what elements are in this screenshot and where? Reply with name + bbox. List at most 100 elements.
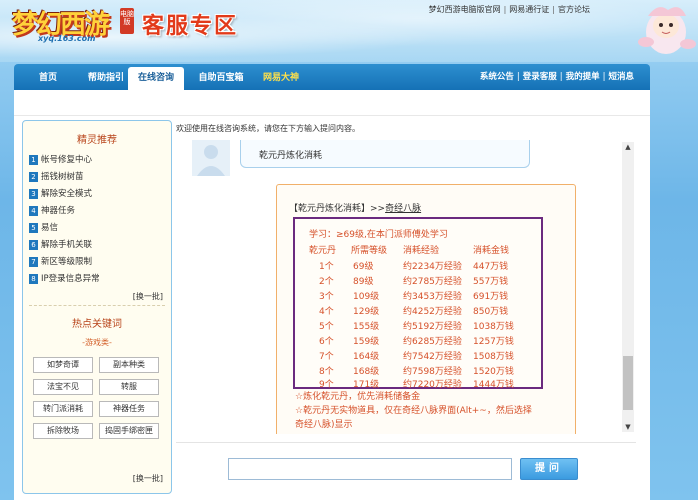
item-label: IP登录信息异常	[41, 274, 100, 284]
recommend-list: 1 帐号修复中心 2 摇钱树树苗 3 解除安全模式 4 神器任务 5 易信 6 解除手机关联…	[29, 153, 171, 289]
sidebar: 精灵推荐 1 帐号修复中心 2 摇钱树树苗 3 解除安全模式 4 神器任务 5 易信 6解…	[22, 120, 172, 494]
table-cell: 171级	[353, 380, 380, 390]
table-cell: 约5192万经验	[403, 322, 462, 332]
reply-title-text: 【乾元丹炼化消耗】>>	[289, 204, 386, 214]
official-site-link[interactable]: 梦幻西游电脑版官网	[429, 5, 501, 14]
list-item[interactable]: 8 IP登录信息异常	[29, 272, 171, 289]
table-cell: 447万钱	[473, 262, 509, 272]
table-cell: 7个	[319, 352, 334, 362]
mascot-illustration	[638, 7, 696, 54]
note-text: ☆炼化乾元丹，优先消耗储备金	[295, 392, 421, 402]
refresh-recommend-button[interactable]: [换一批]	[133, 291, 163, 302]
main-nav: 首页 帮助指引 在线咨询 自助百宝箱 网易大神 系统公告 | 登录客服 | 我的提单 | 短…	[14, 64, 650, 90]
table-cell: 69级	[353, 262, 374, 272]
reply-card: 【乾元丹炼化消耗】>>奇经八脉 学习：≥69级,在本门派师傅处学习 乾元丹 所需…	[276, 184, 576, 434]
sub-bar	[14, 90, 650, 116]
list-item[interactable]: 4 神器任务	[29, 204, 171, 221]
keywords-category: -游戏类-	[82, 338, 112, 347]
keyword-tag[interactable]: 副本种类	[99, 357, 159, 373]
list-item[interactable]: 1 帐号修复中心	[29, 153, 171, 170]
chat-scrollbar[interactable]: ▲ ▼	[622, 142, 634, 432]
table-cell: 约4252万经验	[403, 307, 462, 317]
list-item[interactable]: 5 易信	[29, 221, 171, 238]
item-number: 2	[29, 171, 38, 182]
item-number: 6	[29, 239, 38, 250]
scrollbar-thumb[interactable]	[623, 356, 633, 410]
table-cell: 3个	[319, 292, 334, 302]
table-row: 6个 159级 约6285万经验 1257万钱	[309, 334, 539, 348]
table-row: 5个 155级 约5192万经验 1038万钱	[309, 319, 539, 333]
table-header: 乾元丹	[309, 246, 337, 256]
item-number: 1	[29, 154, 38, 165]
cost-table-box: 学习：≥69级,在本门派师傅处学习 乾元丹 所需等级 消耗经验 消耗金钱 1个 6…	[293, 217, 543, 390]
keyword-tag[interactable]: 捣固手绑密匣	[99, 423, 159, 439]
tab-netease-dashen[interactable]: 网易大神	[254, 67, 308, 90]
table-cell: 6个	[319, 337, 334, 347]
keyword-tag[interactable]: 法宝不见	[33, 379, 93, 395]
item-label: 新区等级限制	[41, 257, 93, 267]
table-row: 3个 109级 约3453万经验 691万钱	[309, 289, 539, 303]
refresh-keywords-button[interactable]: [换一批]	[133, 473, 163, 484]
table-cell: 约7542万经验	[403, 352, 462, 362]
question-input[interactable]	[228, 458, 512, 480]
table-cell: 159级	[353, 337, 380, 347]
table-cell: 557万钱	[473, 277, 509, 287]
tab-online-consult[interactable]: 在线咨询	[128, 67, 184, 90]
table-cell: 1个	[319, 262, 334, 272]
list-item[interactable]: 7 新区等级限制	[29, 255, 171, 272]
separator: |	[503, 5, 507, 14]
scroll-down-icon[interactable]: ▼	[622, 422, 634, 432]
list-item[interactable]: 6 解除手机关联	[29, 238, 171, 255]
table-cell: 约6285万经验	[403, 337, 462, 347]
login-service-link[interactable]: 登录客服	[523, 72, 557, 82]
item-label: 帐号修复中心	[41, 155, 93, 165]
list-item[interactable]: 3 解除安全模式	[29, 187, 171, 204]
table-header: 所需等级	[351, 246, 388, 256]
table-cell: 850万钱	[473, 307, 509, 317]
page-title: 客服专区	[142, 14, 239, 39]
messages-link[interactable]: 短消息	[608, 72, 634, 82]
logo-badge: 电脑版	[120, 8, 134, 34]
nav-right-links: 系统公告 | 登录客服 | 我的提单 | 短消息	[480, 64, 634, 90]
item-number: 8	[29, 273, 38, 284]
table-row: 8个 168级 约7598万经验 1520万钱	[309, 364, 539, 378]
table-cell: 约7220万经验	[403, 380, 462, 390]
item-number: 7	[29, 256, 38, 267]
table-cell: 691万钱	[473, 292, 509, 302]
keyword-tag[interactable]: 拆除牧场	[33, 423, 93, 439]
table-cell: 9个	[319, 380, 334, 390]
game-logo[interactable]: 梦幻西游 电脑版 xyq.163.com	[12, 4, 136, 44]
separator: |	[552, 5, 555, 14]
table-row: 1个 69级 约2234万经验 447万钱	[309, 259, 539, 273]
table-header: 消耗金钱	[473, 246, 510, 256]
tab-help-guide[interactable]: 帮助指引	[76, 67, 136, 90]
list-item[interactable]: 2 摇钱树树苗	[29, 170, 171, 187]
keyword-tag[interactable]: 如梦奇谭	[33, 357, 93, 373]
keyword-tag[interactable]: 转门派消耗	[33, 401, 93, 417]
passport-link[interactable]: 网易通行证	[509, 5, 549, 14]
my-tickets-link[interactable]: 我的提单	[566, 72, 600, 82]
keyword-tag[interactable]: 转服	[99, 379, 159, 395]
table-cell: 109级	[353, 292, 380, 302]
table-cell: 约2785万经验	[403, 277, 462, 287]
keyword-tag[interactable]: 神器任务	[99, 401, 159, 417]
tab-self-service-box[interactable]: 自助百宝箱	[190, 67, 252, 90]
item-label: 解除安全模式	[41, 189, 93, 199]
table-cell: 4个	[319, 307, 334, 317]
table-cell: 约2234万经验	[403, 262, 462, 272]
item-label: 摇钱树树苗	[41, 172, 84, 182]
table-cell: 约3453万经验	[403, 292, 462, 302]
announcement-link[interactable]: 系统公告	[480, 72, 514, 82]
table-cell: 155级	[353, 322, 380, 332]
reply-title-link[interactable]: 奇经八脉	[385, 204, 421, 214]
note-text: ☆乾元丹无实物道具，仅在奇经八脉界面(Alt+~，然后选择	[295, 406, 532, 416]
item-number: 4	[29, 205, 38, 216]
tab-home[interactable]: 首页	[28, 67, 68, 90]
user-message-bubble: 乾元丹炼化消耗	[240, 140, 530, 168]
ask-button[interactable]: 提问	[520, 458, 578, 480]
forum-link[interactable]: 官方论坛	[558, 5, 590, 14]
divider	[29, 305, 165, 306]
table-cell: 164级	[353, 352, 380, 362]
table-cell: 5个	[319, 322, 334, 332]
scroll-up-icon[interactable]: ▲	[622, 142, 634, 152]
